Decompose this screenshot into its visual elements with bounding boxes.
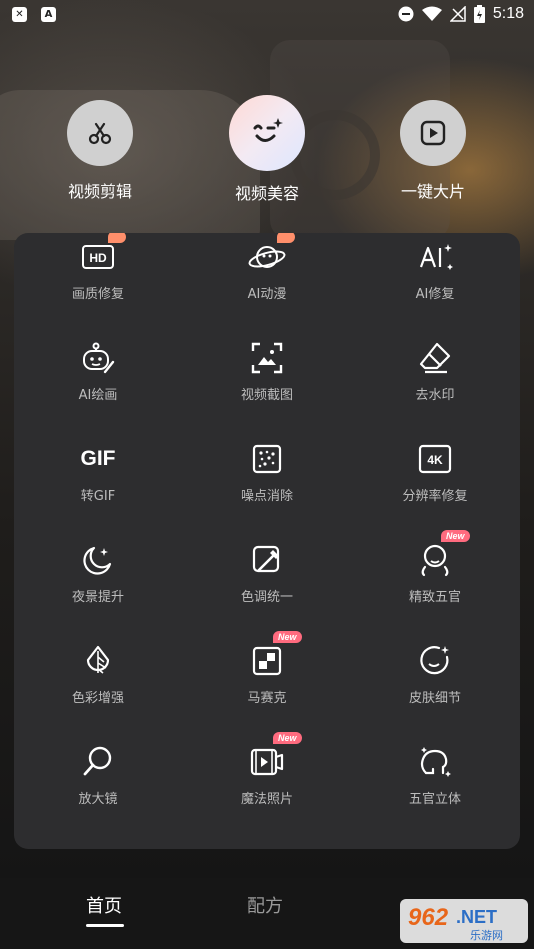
scissors-icon: [67, 100, 133, 166]
notification-a-icon: A: [41, 7, 56, 22]
screenshot-icon: [247, 338, 287, 378]
tool-label: 一键大片: [400, 182, 465, 201]
feature-to-gif[interactable]: GIF 转GIF: [14, 439, 182, 539]
feature-tone-unify[interactable]: 色调统一: [183, 540, 351, 640]
gif-icon: GIF: [80, 447, 116, 470]
battery-icon: [473, 5, 485, 23]
anime-planet-icon: [247, 233, 295, 277]
robot-paint-icon: [78, 338, 118, 378]
dnd-icon: [398, 6, 414, 22]
tab-label: 首页: [86, 896, 122, 917]
feature-night-boost[interactable]: 夜景提升: [14, 540, 182, 640]
tool-label: 视频美容: [234, 184, 299, 203]
face-icon: New: [415, 530, 470, 580]
hd-icon: HD: [78, 233, 126, 277]
feature-remove-watermark[interactable]: 去水印: [351, 338, 519, 438]
skin-icon: [415, 641, 455, 681]
new-badge: New: [273, 631, 302, 643]
feature-label: 色彩增强: [71, 691, 124, 706]
noise-icon: [247, 439, 287, 479]
mosaic-icon: New: [247, 631, 302, 681]
one-click-film-button[interactable]: 一键大片: [363, 98, 503, 202]
top-tools: 视频剪辑 视频美容 一键大片: [0, 95, 534, 208]
feature-label: 夜景提升: [71, 590, 124, 605]
feature-magnifier[interactable]: 放大镜: [14, 742, 182, 842]
magic-photo-icon: New: [247, 732, 302, 782]
svg-text:乐游网: 乐游网: [470, 929, 503, 942]
new-badge: New: [441, 530, 470, 542]
feature-panel[interactable]: HD 画质修复 AI动漫 AI修复 AI绘画 视频截图 去水印 GIF 转GIF…: [14, 233, 520, 849]
svg-text:962: 962: [408, 904, 449, 931]
tool-label: 视频剪辑: [67, 182, 132, 201]
feature-ai-painting[interactable]: AI绘画: [14, 338, 182, 438]
feature-skin-detail[interactable]: 皮肤细节: [351, 641, 519, 741]
feature-label: 魔法照片: [240, 792, 293, 807]
tab-home[interactable]: 首页: [86, 892, 124, 927]
feature-label: 色调统一: [240, 590, 293, 605]
feature-magic-photo[interactable]: New 魔法照片: [183, 732, 351, 842]
feature-label: 五官立体: [408, 792, 461, 807]
svg-text:.NET: .NET: [456, 907, 497, 927]
feature-refined-features[interactable]: New 精致五官: [351, 530, 519, 640]
magnifier-icon: [78, 742, 118, 782]
pro-badge: [277, 233, 295, 243]
feature-label: 噪点消除: [240, 489, 293, 504]
feature-resolution-repair[interactable]: 4K 分辨率修复: [351, 439, 519, 539]
tab-label: 配方: [247, 896, 283, 917]
feature-label: 视频截图: [240, 388, 293, 403]
svg-text:HD: HD: [89, 251, 107, 265]
play-icon: [400, 100, 466, 166]
feature-quality-repair[interactable]: HD 画质修复: [14, 233, 182, 337]
tab-active-indicator: [86, 924, 124, 927]
feature-label: 画质修复: [71, 287, 124, 302]
notification-shield-icon: ✕: [12, 7, 27, 22]
feature-3d-features[interactable]: 五官立体: [351, 742, 519, 842]
feature-label: AI绘画: [78, 388, 118, 403]
wifi-icon: [421, 6, 442, 21]
feature-label: 放大镜: [78, 792, 118, 807]
feature-label: 精致五官: [408, 590, 461, 605]
status-bar: ✕ A 5:18: [0, 0, 534, 30]
new-badge: New: [273, 732, 302, 744]
feature-label: 去水印: [415, 388, 455, 403]
video-edit-button[interactable]: 视频剪辑: [30, 98, 170, 202]
svg-text:4K: 4K: [427, 453, 443, 467]
feature-label: AI修复: [415, 287, 455, 302]
status-time: 5:18: [492, 5, 524, 22]
feature-label: 转GIF: [80, 489, 116, 504]
feature-noise-removal[interactable]: 噪点消除: [183, 439, 351, 539]
tab-recipes[interactable]: 配方: [247, 892, 283, 918]
feature-mosaic[interactable]: New 马赛克: [183, 631, 351, 741]
color-drop-icon: [78, 641, 118, 681]
eraser-icon: [415, 338, 455, 378]
wink-face-icon: [229, 95, 305, 171]
site-watermark-logo: 962 .NET 乐游网: [400, 899, 528, 943]
face-3d-icon: [415, 742, 455, 782]
signal-icon: [449, 6, 466, 22]
feature-ai-repair[interactable]: AI修复: [351, 237, 519, 337]
moon-icon: [78, 540, 118, 580]
4k-icon: 4K: [415, 439, 455, 479]
feature-video-screenshot[interactable]: 视频截图: [183, 338, 351, 438]
feature-color-enhance[interactable]: 色彩增强: [14, 641, 182, 741]
feature-label: 分辨率修复: [402, 489, 468, 504]
color-picker-icon: [247, 540, 287, 580]
pro-badge: [108, 233, 126, 243]
feature-label: 皮肤细节: [408, 691, 461, 706]
feature-label: AI动漫: [247, 287, 287, 302]
feature-label: 马赛克: [247, 691, 287, 706]
ai-sparkle-icon: [415, 237, 455, 277]
bottom-tab-bar: 首页 配方 962 .NET 乐游网: [0, 878, 534, 949]
video-beauty-button[interactable]: 视频美容: [197, 95, 337, 204]
feature-ai-anime[interactable]: AI动漫: [183, 233, 351, 337]
